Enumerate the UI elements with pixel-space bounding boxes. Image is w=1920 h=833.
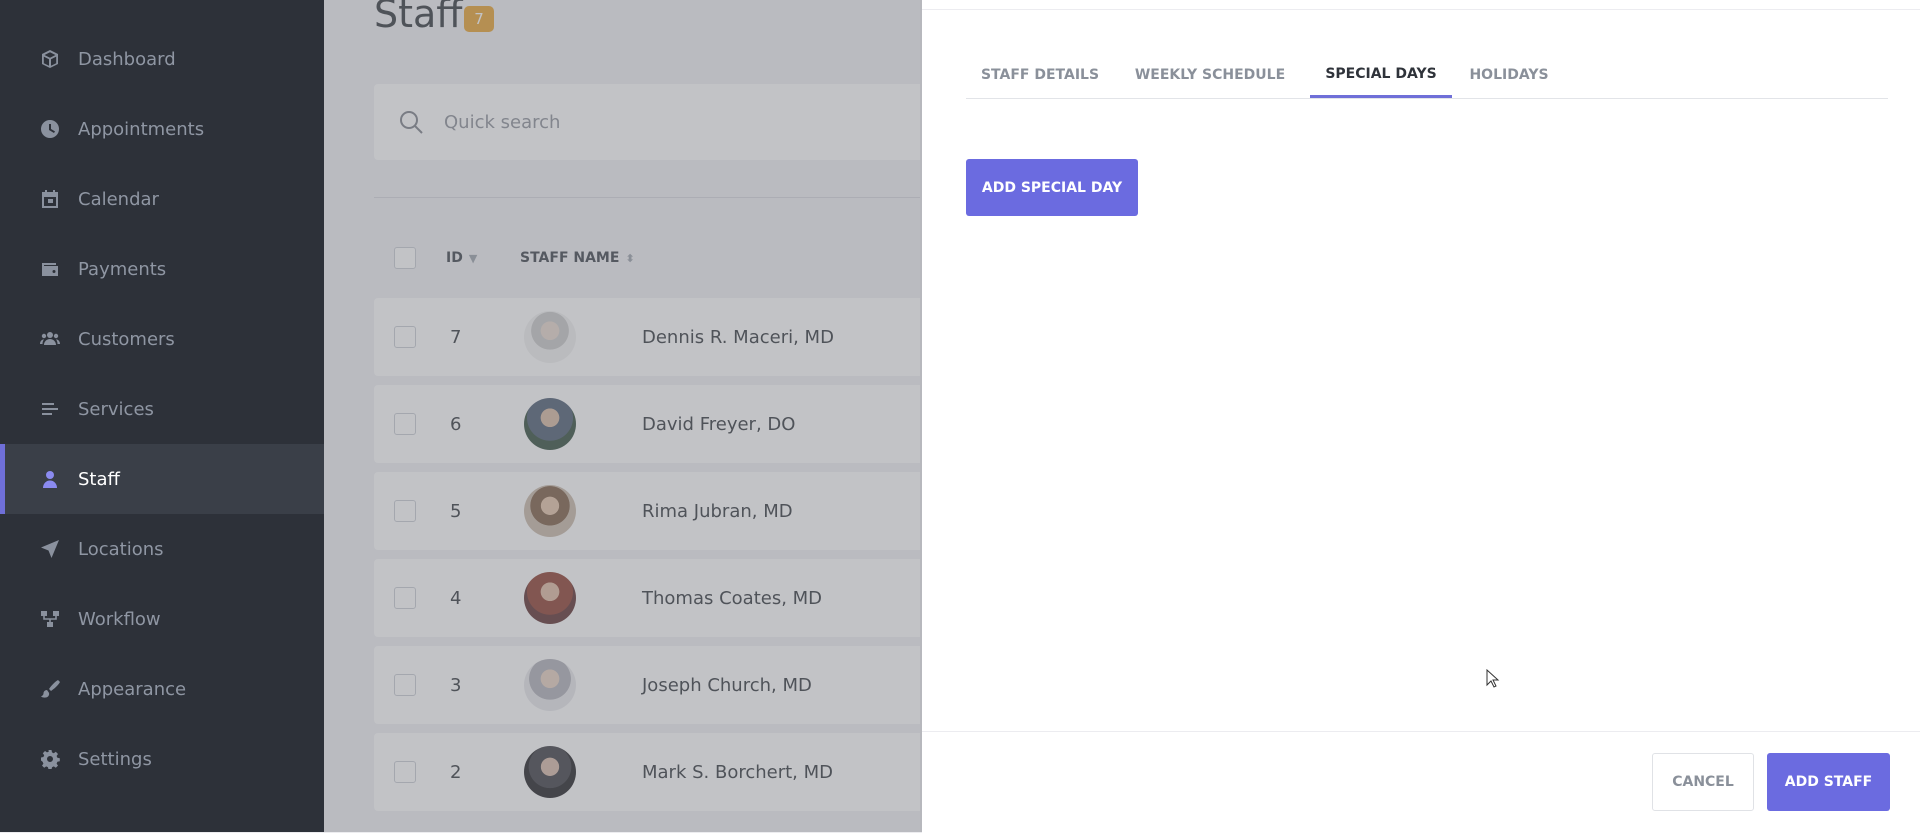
sidebar-item-label: Dashboard xyxy=(78,48,176,70)
sidebar-item-label: Services xyxy=(78,398,154,420)
sidebar-item-calendar[interactable]: Calendar xyxy=(0,164,324,234)
workflow-icon xyxy=(40,609,60,629)
sidebar-item-staff[interactable]: Staff xyxy=(0,444,324,514)
panel-tabs: STAFF DETAILS WEEKLY SCHEDULE SPECIAL DA… xyxy=(966,52,1888,99)
tab-weekly-schedule[interactable]: WEEKLY SCHEDULE xyxy=(1114,52,1306,98)
add-staff-button[interactable]: ADD STAFF xyxy=(1767,753,1890,811)
sidebar-item-dashboard[interactable]: Dashboard xyxy=(0,24,324,94)
sidebar-item-locations[interactable]: Locations xyxy=(0,514,324,584)
sidebar-item-appearance[interactable]: Appearance xyxy=(0,654,324,724)
sidebar: Dashboard Appointments Calendar Payments… xyxy=(0,0,324,832)
sidebar-item-label: Payments xyxy=(78,258,167,280)
location-arrow-icon xyxy=(40,539,60,559)
tab-staff-details[interactable]: STAFF DETAILS xyxy=(966,52,1114,98)
list-icon xyxy=(40,399,60,419)
users-icon xyxy=(40,329,60,349)
sidebar-item-label: Locations xyxy=(78,538,164,560)
wallet-icon xyxy=(40,259,60,279)
sidebar-item-label: Appearance xyxy=(78,678,187,700)
sidebar-item-payments[interactable]: Payments xyxy=(0,234,324,304)
sidebar-item-workflow[interactable]: Workflow xyxy=(0,584,324,654)
sidebar-item-label: Customers xyxy=(78,328,175,350)
user-icon xyxy=(40,469,60,489)
sidebar-item-label: Settings xyxy=(78,748,152,770)
add-special-day-button[interactable]: ADD SPECIAL DAY xyxy=(966,159,1138,216)
tab-special-days[interactable]: SPECIAL DAYS xyxy=(1310,52,1452,98)
mouse-cursor-icon xyxy=(1486,669,1500,688)
cancel-button[interactable]: CANCEL xyxy=(1652,753,1754,811)
sidebar-item-label: Workflow xyxy=(78,608,161,630)
panel-footer: CANCEL ADD STAFF xyxy=(922,731,1920,833)
sidebar-item-label: Calendar xyxy=(78,188,159,210)
sidebar-item-settings[interactable]: Settings xyxy=(0,724,324,794)
tab-holidays[interactable]: HOLIDAYS xyxy=(1452,52,1566,98)
clock-icon xyxy=(40,119,60,139)
cube-icon xyxy=(40,49,60,69)
calendar-icon xyxy=(40,189,60,209)
modal-backdrop[interactable] xyxy=(324,0,922,832)
gear-icon xyxy=(40,749,60,769)
sidebar-item-appointments[interactable]: Appointments xyxy=(0,94,324,164)
sidebar-item-label: Appointments xyxy=(78,118,205,140)
sidebar-item-services[interactable]: Services xyxy=(0,374,324,444)
brush-icon xyxy=(40,679,60,699)
add-staff-panel: STAFF DETAILS WEEKLY SCHEDULE SPECIAL DA… xyxy=(922,0,1920,833)
sidebar-item-customers[interactable]: Customers xyxy=(0,304,324,374)
sidebar-item-label: Staff xyxy=(78,468,120,490)
panel-divider xyxy=(922,9,1920,10)
